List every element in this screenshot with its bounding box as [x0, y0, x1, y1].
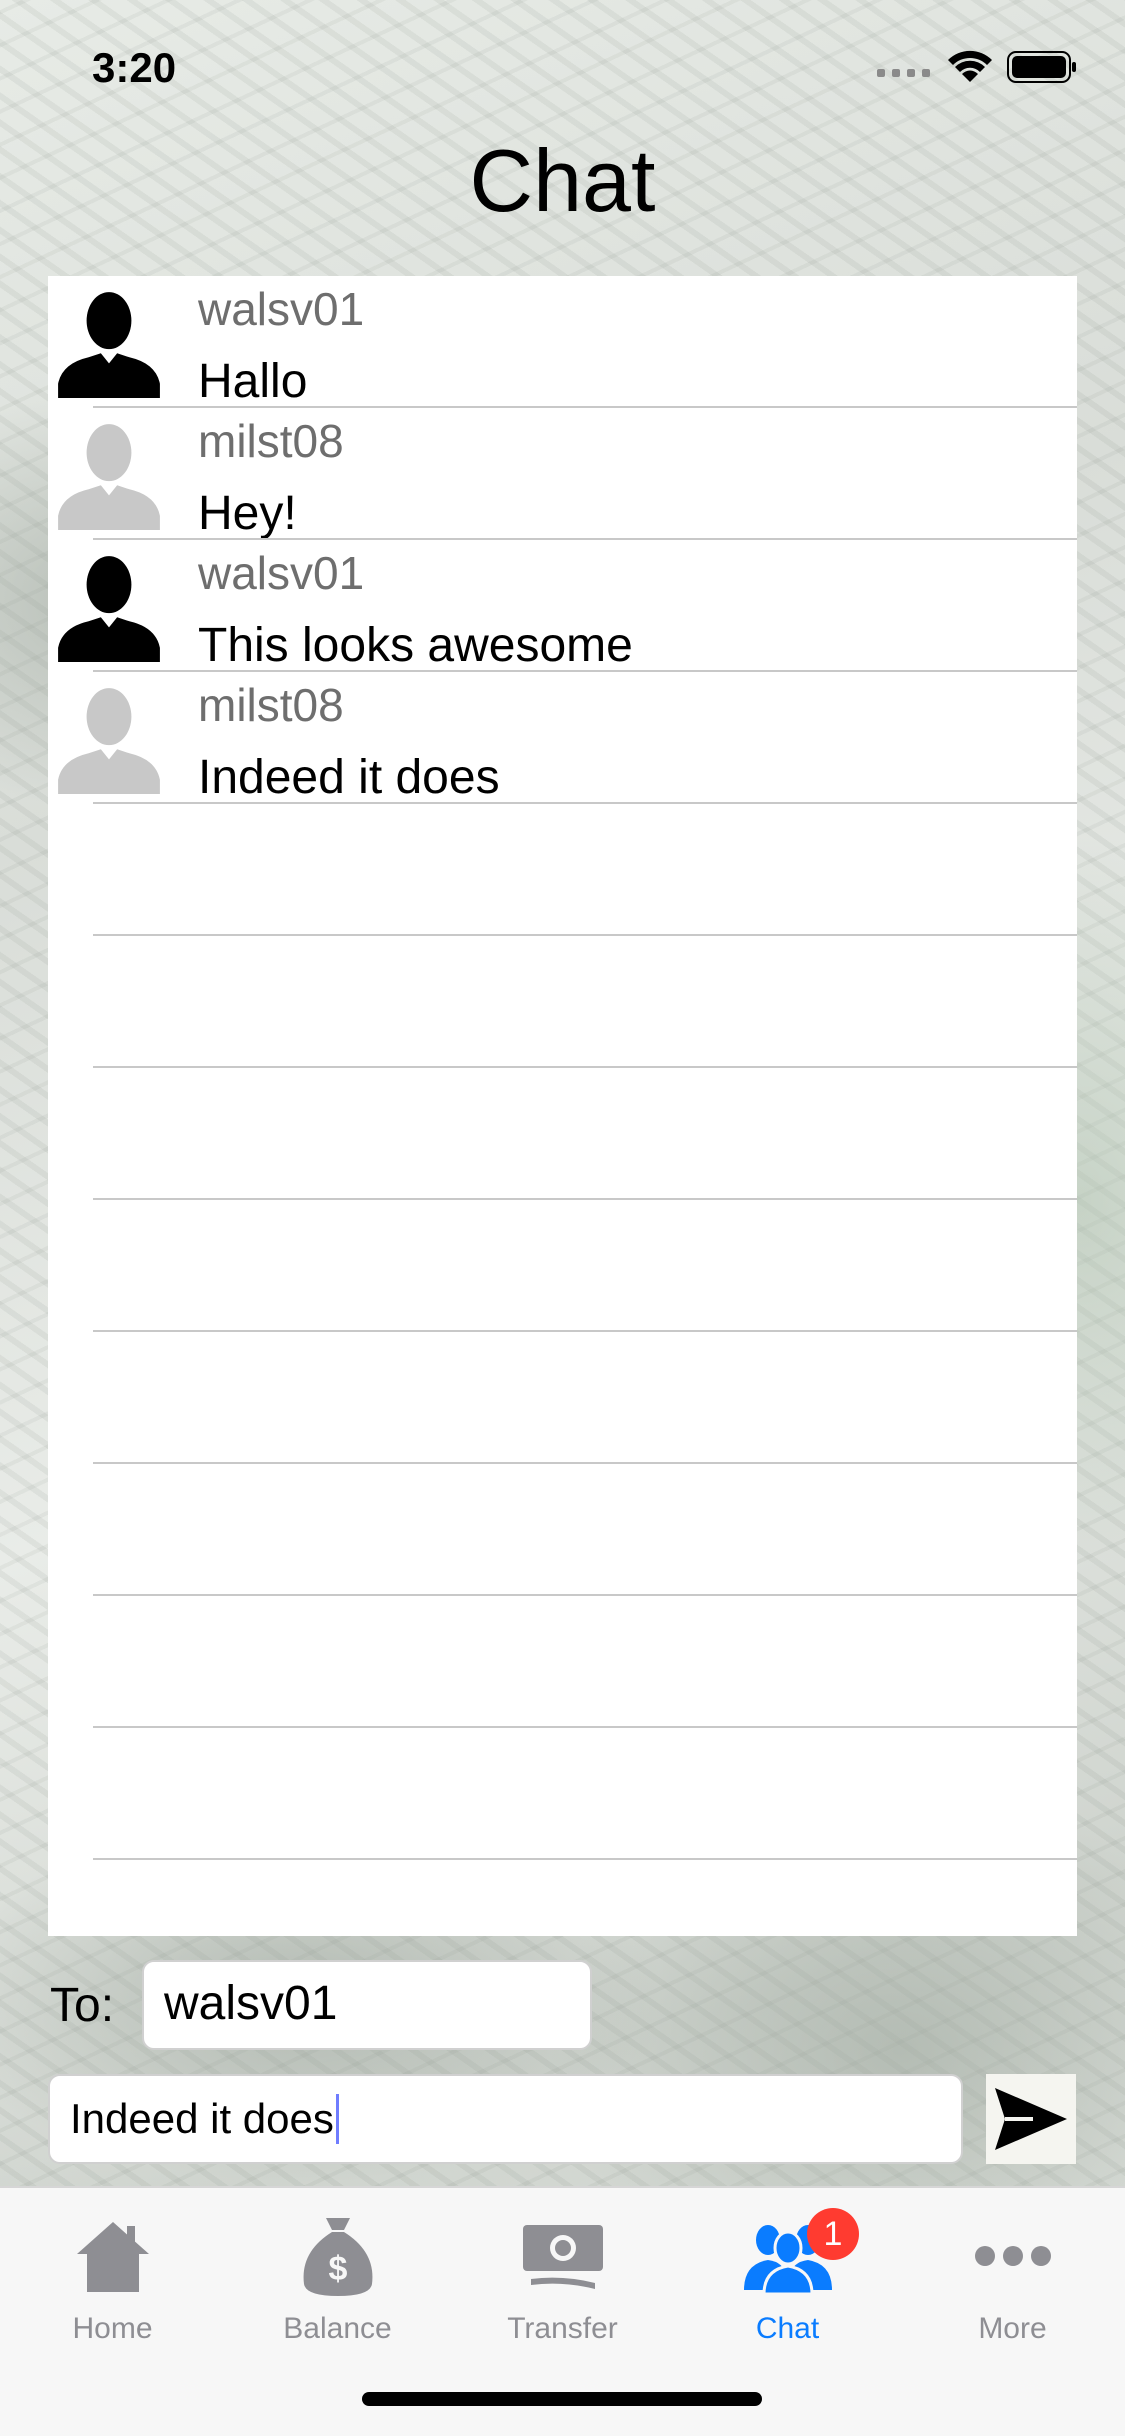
recipient-input[interactable]: walsv01 [142, 1960, 592, 2050]
tab-balance[interactable]: $ Balance [225, 2208, 450, 2368]
status-time: 3:20 [92, 44, 177, 91]
to-label: To: [50, 1979, 115, 2032]
message-input[interactable]: Indeed it does [48, 2074, 963, 2164]
message-sender: walsv01 [198, 283, 365, 335]
chat-message[interactable]: walsv01 This looks awesome [48, 540, 1077, 672]
chat-message[interactable]: milst08 Hey! [48, 408, 1077, 540]
wifi-icon [948, 50, 992, 82]
tab-chat[interactable]: Chat 1 [675, 2208, 900, 2368]
chat-badge: 1 [807, 2208, 859, 2260]
banknote-icon [522, 2225, 603, 2289]
row-divider [93, 934, 1077, 936]
more-dots-icon [974, 2246, 1051, 2266]
light-person-icon [58, 688, 160, 794]
row-divider [93, 802, 1077, 804]
message-sender: walsv01 [198, 547, 365, 599]
chat-list[interactable]: walsv01 Hallo milst08 Hey! walsv01 This … [48, 276, 1077, 1936]
message-sender: milst08 [198, 415, 344, 467]
chat-message[interactable]: walsv01 Hallo [48, 276, 1077, 408]
dark-person-icon [58, 292, 160, 398]
row-divider [93, 1198, 1077, 1200]
tab-more-label: More [978, 2312, 1047, 2345]
message-text: Hallo [198, 355, 308, 408]
row-divider [93, 538, 1077, 540]
row-divider [93, 670, 1077, 672]
row-divider [93, 1726, 1077, 1728]
tab-balance-label: Balance [283, 2312, 392, 2345]
row-divider [93, 1858, 1077, 1860]
tab-home-label: Home [72, 2312, 153, 2345]
row-divider [93, 1462, 1077, 1464]
dark-person-icon [58, 556, 160, 662]
row-divider [93, 1330, 1077, 1332]
tab-more[interactable]: More [900, 2208, 1125, 2368]
chat-message[interactable]: milst08 Indeed it does [48, 672, 1077, 804]
money-bag-icon: $ [303, 2218, 372, 2296]
cellular-signal-icon [877, 69, 930, 77]
message-text: This looks awesome [198, 619, 633, 672]
page-title: Chat [469, 131, 656, 230]
home-indicator[interactable] [362, 2392, 762, 2406]
tab-home[interactable]: Home [0, 2208, 225, 2368]
light-person-icon [58, 424, 160, 530]
row-divider [93, 1066, 1077, 1068]
battery-icon [1007, 51, 1076, 83]
message-text: Hey! [198, 487, 297, 540]
status-icons [877, 50, 1077, 84]
tab-chat-label: Chat [755, 2312, 820, 2345]
message-input-text: Indeed it does [70, 2095, 334, 2142]
send-button[interactable] [986, 2074, 1076, 2164]
text-caret [335, 2094, 339, 2144]
svg-text:$: $ [328, 2250, 347, 2288]
message-sender: milst08 [198, 679, 344, 731]
tab-transfer-label: Transfer [507, 2312, 618, 2345]
row-divider [93, 406, 1077, 408]
row-divider [93, 1594, 1077, 1596]
tab-transfer[interactable]: Transfer [450, 2208, 675, 2368]
house-icon [76, 2222, 149, 2292]
send-arrow-icon [995, 2088, 1067, 2150]
message-text: Indeed it does [198, 751, 500, 804]
